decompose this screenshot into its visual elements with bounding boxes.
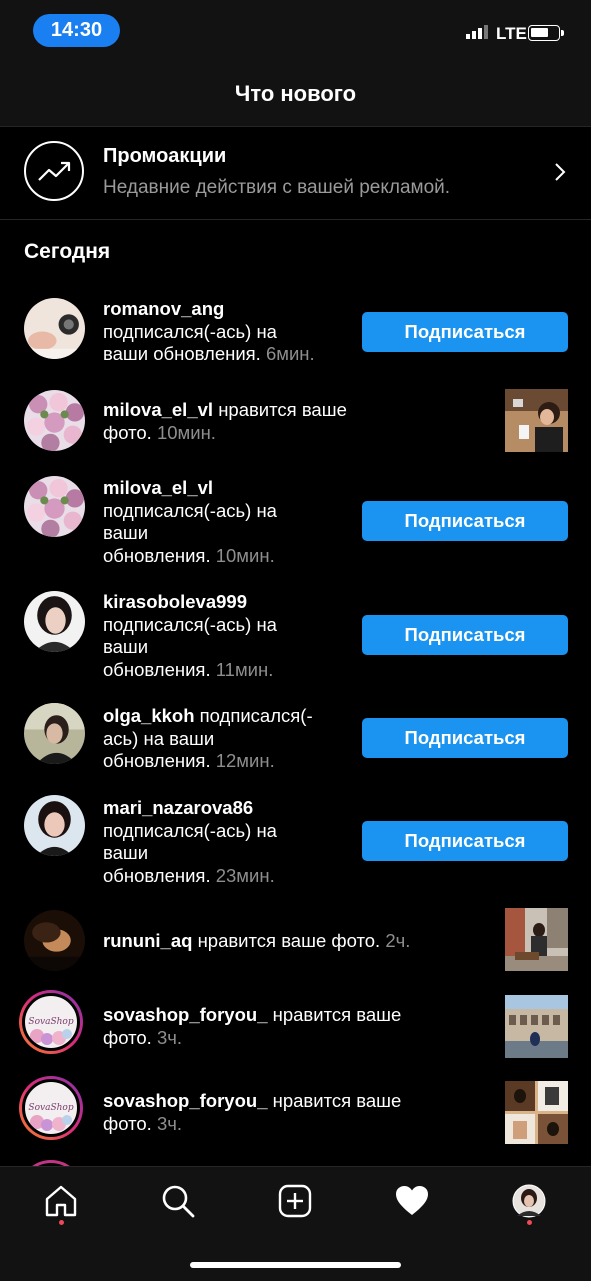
username-link[interactable]: olga_kkoh [103,705,195,726]
activity-desc: нравится ваше [272,1004,402,1025]
battery-icon [528,25,564,41]
activity-text: milova_el_vl подписался(-ась) на ваши об… [103,477,277,567]
activity-desc: подписался(- [199,705,313,726]
avatar[interactable] [24,703,85,764]
shop-logo-text: SovaShop [28,1103,74,1113]
activity-time: 6мин. [265,343,315,365]
promo-subtitle: Недавние действия с вашей рекламой. [103,177,451,198]
avatar[interactable] [24,298,85,359]
activity-time: 11мин. [215,658,274,680]
signal-icon [466,25,488,39]
post-thumbnail[interactable] [505,1081,568,1144]
avatar[interactable] [24,591,85,652]
follow-button[interactable]: Подписаться [362,821,568,861]
activity-desc: подписался(-ась) на [103,819,277,841]
activity-row: SovaShop sovashop_foryou_ нравится ваше … [0,990,591,1060]
follow-button[interactable]: Подписаться [362,615,568,655]
activity-text: sovashop_foryou_ нравится ваше фото. 3ч. [103,1004,401,1049]
activity-desc: ваши обновления. [103,343,261,365]
network-type: LTE [496,24,527,43]
follow-button[interactable]: Подписаться [362,501,568,541]
activity-row: milova_el_vl нравится ваше фото. 10мин. [0,389,591,455]
activity-time: 3ч. [156,1026,183,1048]
activity-desc: ваши [103,842,149,864]
avatar[interactable] [24,795,85,856]
activity-row: SovaShop sovashop_foryou_ нравится ваше … [0,1076,591,1146]
avatar[interactable] [24,390,85,451]
activity-desc: ваши [103,522,149,544]
post-thumbnail[interactable] [505,995,568,1058]
activity-time: 3ч. [156,1112,183,1134]
activity-row: romanov_ang подписался(-ась) на ваши обн… [0,296,591,364]
activity-desc: фото. [103,1026,152,1048]
status-time: 14:30 [33,14,120,47]
home-notification-dot [59,1220,64,1225]
add-post-icon[interactable] [275,1181,315,1221]
profile-notification-dot [527,1220,532,1225]
avatar[interactable] [24,910,85,971]
activity-text: sovashop_foryou_ нравится ваше фото. 3ч. [103,1090,401,1135]
section-title: Сегодня [24,240,111,263]
avatar[interactable] [24,476,85,537]
activity-desc: нравится ваше фото. [197,930,381,951]
activity-desc: нравится ваше [272,1090,402,1111]
activity-desc: фото. [103,1112,152,1134]
activity-row: olga_kkoh подписался(- ась) на ваши обно… [0,703,591,773]
activity-time: 23мин. [215,864,275,886]
username-link[interactable]: sovashop_foryou_ [103,1004,268,1025]
avatar[interactable]: SovaShop [19,990,83,1054]
follow-button[interactable]: Подписаться [362,312,568,352]
activity-desc: обновления. [103,658,211,680]
activity-text: milova_el_vl нравится ваше фото. 10мин. [103,399,347,444]
post-thumbnail[interactable] [505,389,568,452]
activity-text: kirasoboleva999 подписался(-ась) на ваши… [103,591,277,681]
username-link[interactable]: kirasoboleva999 [103,591,247,612]
activity-row: rununi_aq нравится ваше фото. 2ч. [0,908,591,974]
activity-text: olga_kkoh подписался(- ась) на ваши обно… [103,705,313,773]
activity-desc: фото. [103,421,152,443]
search-icon[interactable] [158,1181,198,1221]
activity-text: rununi_aq нравится ваше фото. 2ч. [103,930,410,953]
activity-desc: подписался(-ась) на [103,320,277,342]
promo-title: Промоакции [103,145,227,167]
trending-icon [24,141,84,201]
activity-time: 10мин. [156,421,216,443]
activity-time: 12мин. [215,750,275,772]
follow-button[interactable]: Подписаться [362,718,568,758]
home-indicator [190,1262,401,1268]
activity-desc: подписался(-ась) на [103,499,277,521]
activity-desc: ваши [103,636,149,658]
promo-row[interactable]: Промоакции Недавние действия с вашей рек… [0,127,591,220]
chevron-right-icon [555,163,566,181]
username-link[interactable]: rununi_aq [103,930,192,951]
username-link[interactable]: romanov_ang [103,298,224,319]
activity-desc: обновления. [103,750,211,772]
avatar[interactable]: SovaShop [19,1076,83,1140]
username-link[interactable]: milova_el_vl [103,399,213,420]
activity-text: romanov_ang подписался(-ась) на ваши обн… [103,298,315,366]
shop-logo-text: SovaShop [28,1017,74,1027]
post-thumbnail[interactable] [505,908,568,971]
activity-row: kirasoboleva999 подписался(-ась) на ваши… [0,589,591,681]
username-link[interactable]: sovashop_foryou_ [103,1090,268,1111]
activity-time: 2ч. [385,930,411,951]
activity-row: mari_nazarova86 подписался(-ась) на ваши… [0,795,591,887]
page-title: Что нового [234,81,357,106]
header: Что нового [0,62,591,127]
activity-desc: обновления. [103,544,211,566]
activity-time: 10мин. [215,544,275,566]
username-link[interactable]: milova_el_vl [103,477,213,498]
activity-text: mari_nazarova86 подписался(-ась) на ваши… [103,797,277,887]
profile-avatar[interactable] [509,1181,549,1221]
activity-row: milova_el_vl подписался(-ась) на ваши об… [0,475,591,567]
home-icon[interactable] [41,1181,81,1221]
username-link[interactable]: mari_nazarova86 [103,797,253,818]
activity-desc: нравится ваше [218,399,347,420]
status-bar: 14:30 LTE [0,0,591,62]
activity-desc: обновления. [103,864,211,886]
activity-desc: подписался(-ась) на [103,613,277,635]
activity-heart-icon[interactable] [392,1181,432,1221]
activity-desc: ась) на ваши [103,727,215,749]
